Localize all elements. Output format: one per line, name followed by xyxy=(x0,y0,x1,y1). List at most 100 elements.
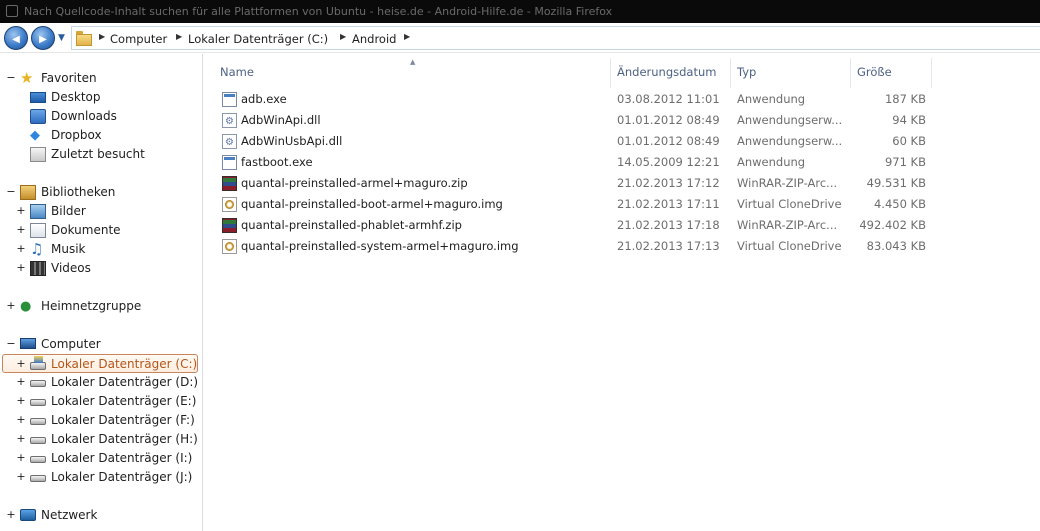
app-icon xyxy=(6,5,18,17)
file-name: fastboot.exe xyxy=(241,155,313,169)
tree-item-drive-c[interactable]: + Lokaler Datenträger (C:) xyxy=(2,354,198,373)
expand-icon[interactable]: + xyxy=(16,358,26,370)
breadcrumb-separator-icon[interactable]: ▶ xyxy=(340,32,346,41)
dll-icon xyxy=(222,132,237,153)
breadcrumb-drive-c[interactable]: Lokaler Datenträger (C:) xyxy=(188,32,328,46)
file-row[interactable]: AdbWinApi.dll 01.01.2012 08:49 Anwendungse… xyxy=(216,110,936,132)
expand-icon[interactable]: + xyxy=(16,395,26,407)
winrar-zip-icon xyxy=(222,176,237,191)
file-type: Anwendungserw... xyxy=(737,113,843,127)
expand-icon[interactable]: + xyxy=(16,433,26,445)
file-size: 4.450 KB xyxy=(873,197,926,211)
tree-item-computer[interactable]: − Computer xyxy=(0,335,200,354)
tree-item-label: Dropbox xyxy=(51,128,102,142)
tree-item-label: Desktop xyxy=(51,90,101,104)
expand-icon[interactable]: + xyxy=(16,376,26,388)
file-row[interactable]: AdbWinUsbApi.dll 01.01.2012 08:49 Anwendun… xyxy=(216,131,936,153)
file-row[interactable]: quantal-preinstalled-phablet-armhf.zip 21… xyxy=(216,215,936,236)
file-size: 83.043 KB xyxy=(866,239,926,253)
expand-icon[interactable]: + xyxy=(16,243,26,255)
expand-icon[interactable]: + xyxy=(16,452,26,464)
tree-item-recent-places[interactable]: Zuletzt besucht xyxy=(0,145,200,164)
recent-places-icon xyxy=(30,147,46,162)
tree-item-label: Favoriten xyxy=(41,71,97,85)
column-header-type[interactable]: Typ xyxy=(732,58,851,88)
tree-item-downloads[interactable]: Downloads xyxy=(0,107,200,126)
navigation-bar: ◀ ▶ ▼ ▶ Computer ▶ Lokaler Datenträger (… xyxy=(0,23,1040,53)
back-button[interactable]: ◀ xyxy=(4,26,28,50)
winrar-zip-icon xyxy=(222,218,237,233)
breadcrumb-computer[interactable]: Computer xyxy=(110,32,167,46)
tree-item-drive-h[interactable]: + Lokaler Datenträger (H:) xyxy=(0,430,200,449)
tree-item-drive-d[interactable]: + Lokaler Datenträger (D:) xyxy=(0,373,200,392)
collapse-icon[interactable]: − xyxy=(6,338,16,350)
title-bar: Nach Quellcode-Inhalt suchen für alle Pl… xyxy=(0,0,1040,23)
collapse-icon[interactable]: − xyxy=(6,72,16,84)
dll-icon xyxy=(222,111,237,132)
tree-item-pictures[interactable]: + Bilder xyxy=(0,202,200,221)
forward-arrow-icon: ▶ xyxy=(39,34,47,45)
file-type: Anwendungserw... xyxy=(737,134,843,148)
dropbox-icon: ◆ xyxy=(30,128,40,143)
file-name: quantal-preinstalled-armel+maguro.zip xyxy=(241,176,468,190)
forward-button[interactable]: ▶ xyxy=(31,26,55,50)
tree-item-label: Lokaler Datenträger (E:) xyxy=(51,394,197,408)
file-row[interactable]: quantal-preinstalled-system-armel+maguro… xyxy=(216,236,936,257)
tree-item-music[interactable]: + ♫ Musik xyxy=(0,240,200,259)
expand-icon[interactable]: + xyxy=(16,414,26,426)
expand-icon[interactable]: + xyxy=(6,300,16,312)
collapse-icon[interactable]: − xyxy=(6,186,16,198)
tree-item-homegroup[interactable]: + ● Heimnetzgruppe xyxy=(0,297,200,316)
breadcrumb-separator-icon[interactable]: ▶ xyxy=(176,32,182,41)
expand-icon[interactable]: + xyxy=(16,224,26,236)
network-icon xyxy=(20,509,36,521)
breadcrumb-separator-icon[interactable]: ▶ xyxy=(99,32,105,41)
video-icon xyxy=(30,261,46,276)
tree-item-drive-f[interactable]: + Lokaler Datenträger (F:) xyxy=(0,411,200,430)
column-header-name[interactable]: Name xyxy=(215,58,611,88)
breadcrumb-separator-icon[interactable]: ▶ xyxy=(404,32,410,41)
tree-item-videos[interactable]: + Videos xyxy=(0,259,200,278)
breadcrumb-android[interactable]: Android xyxy=(352,32,396,46)
file-size: 60 KB xyxy=(892,134,926,148)
tree-item-documents[interactable]: + Dokumente xyxy=(0,221,200,240)
column-header-date[interactable]: Änderungsdatum xyxy=(612,58,731,88)
file-row[interactable]: quantal-preinstalled-boot-armel+maguro.i… xyxy=(216,194,936,215)
tree-item-label: Lokaler Datenträger (H:) xyxy=(51,432,198,446)
tree-item-network[interactable]: + Netzwerk xyxy=(0,506,200,525)
recent-locations-dropdown[interactable]: ▼ xyxy=(58,33,65,43)
expand-icon[interactable]: + xyxy=(16,262,26,274)
file-name: AdbWinUsbApi.dll xyxy=(241,134,343,148)
file-date: 21.02.2013 17:18 xyxy=(617,218,720,232)
file-type: WinRAR-ZIP-Arc... xyxy=(737,218,838,232)
tree-item-label: Videos xyxy=(51,261,91,275)
tree-item-dropbox[interactable]: ◆ Dropbox xyxy=(0,126,200,145)
file-row[interactable]: quantal-preinstalled-armel+maguro.zip 21.… xyxy=(216,173,936,194)
file-size: 187 KB xyxy=(884,92,926,106)
tree-item-drive-j[interactable]: + Lokaler Datenträger (J:) xyxy=(0,468,200,487)
desktop-icon xyxy=(30,92,46,103)
file-date: 01.01.2012 08:49 xyxy=(617,113,720,127)
address-bar[interactable]: ▶ Computer ▶ Lokaler Datenträger (C:) ▶ … xyxy=(71,26,1040,50)
file-type: WinRAR-ZIP-Arc... xyxy=(737,176,838,190)
column-header-size[interactable]: Größe xyxy=(852,58,932,88)
tree-item-label: Lokaler Datenträger (I:) xyxy=(51,451,193,465)
file-list: ▲ Name Änderungsdatum Typ Größe adb.exe 0… xyxy=(204,54,1040,531)
expand-icon[interactable]: + xyxy=(16,205,26,217)
tree-item-label: Lokaler Datenträger (J:) xyxy=(51,470,193,484)
drive-icon xyxy=(30,418,46,425)
tree-item-label: Dokumente xyxy=(51,223,121,237)
file-name: quantal-preinstalled-boot-armel+maguro.i… xyxy=(241,197,503,211)
file-row[interactable]: fastboot.exe 14.05.2009 12:21 Anwendung 971… xyxy=(216,152,936,173)
tree-item-desktop[interactable]: Desktop xyxy=(0,88,200,107)
tree-item-drive-i[interactable]: + Lokaler Datenträger (I:) xyxy=(0,449,200,468)
tree-item-favorites[interactable]: − ★ Favoriten xyxy=(0,69,200,88)
file-type: Virtual CloneDrive xyxy=(737,197,842,211)
file-row[interactable]: adb.exe 03.08.2012 11:01 Anwendung 187 KB xyxy=(216,89,936,110)
expand-icon[interactable]: + xyxy=(6,509,16,521)
window-title: Nach Quellcode-Inhalt suchen für alle Pl… xyxy=(24,5,613,18)
tree-item-drive-e[interactable]: + Lokaler Datenträger (E:) xyxy=(0,392,200,411)
tree-item-libraries[interactable]: − Bibliotheken xyxy=(0,183,200,202)
documents-icon xyxy=(30,223,46,238)
expand-icon[interactable]: + xyxy=(16,471,26,483)
